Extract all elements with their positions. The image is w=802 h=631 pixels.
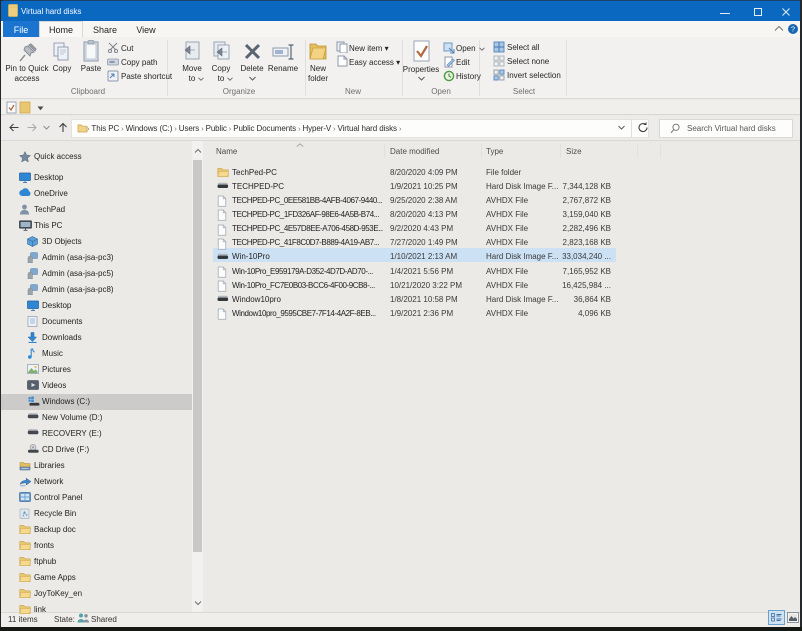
svg-text:?: ? (791, 25, 795, 34)
